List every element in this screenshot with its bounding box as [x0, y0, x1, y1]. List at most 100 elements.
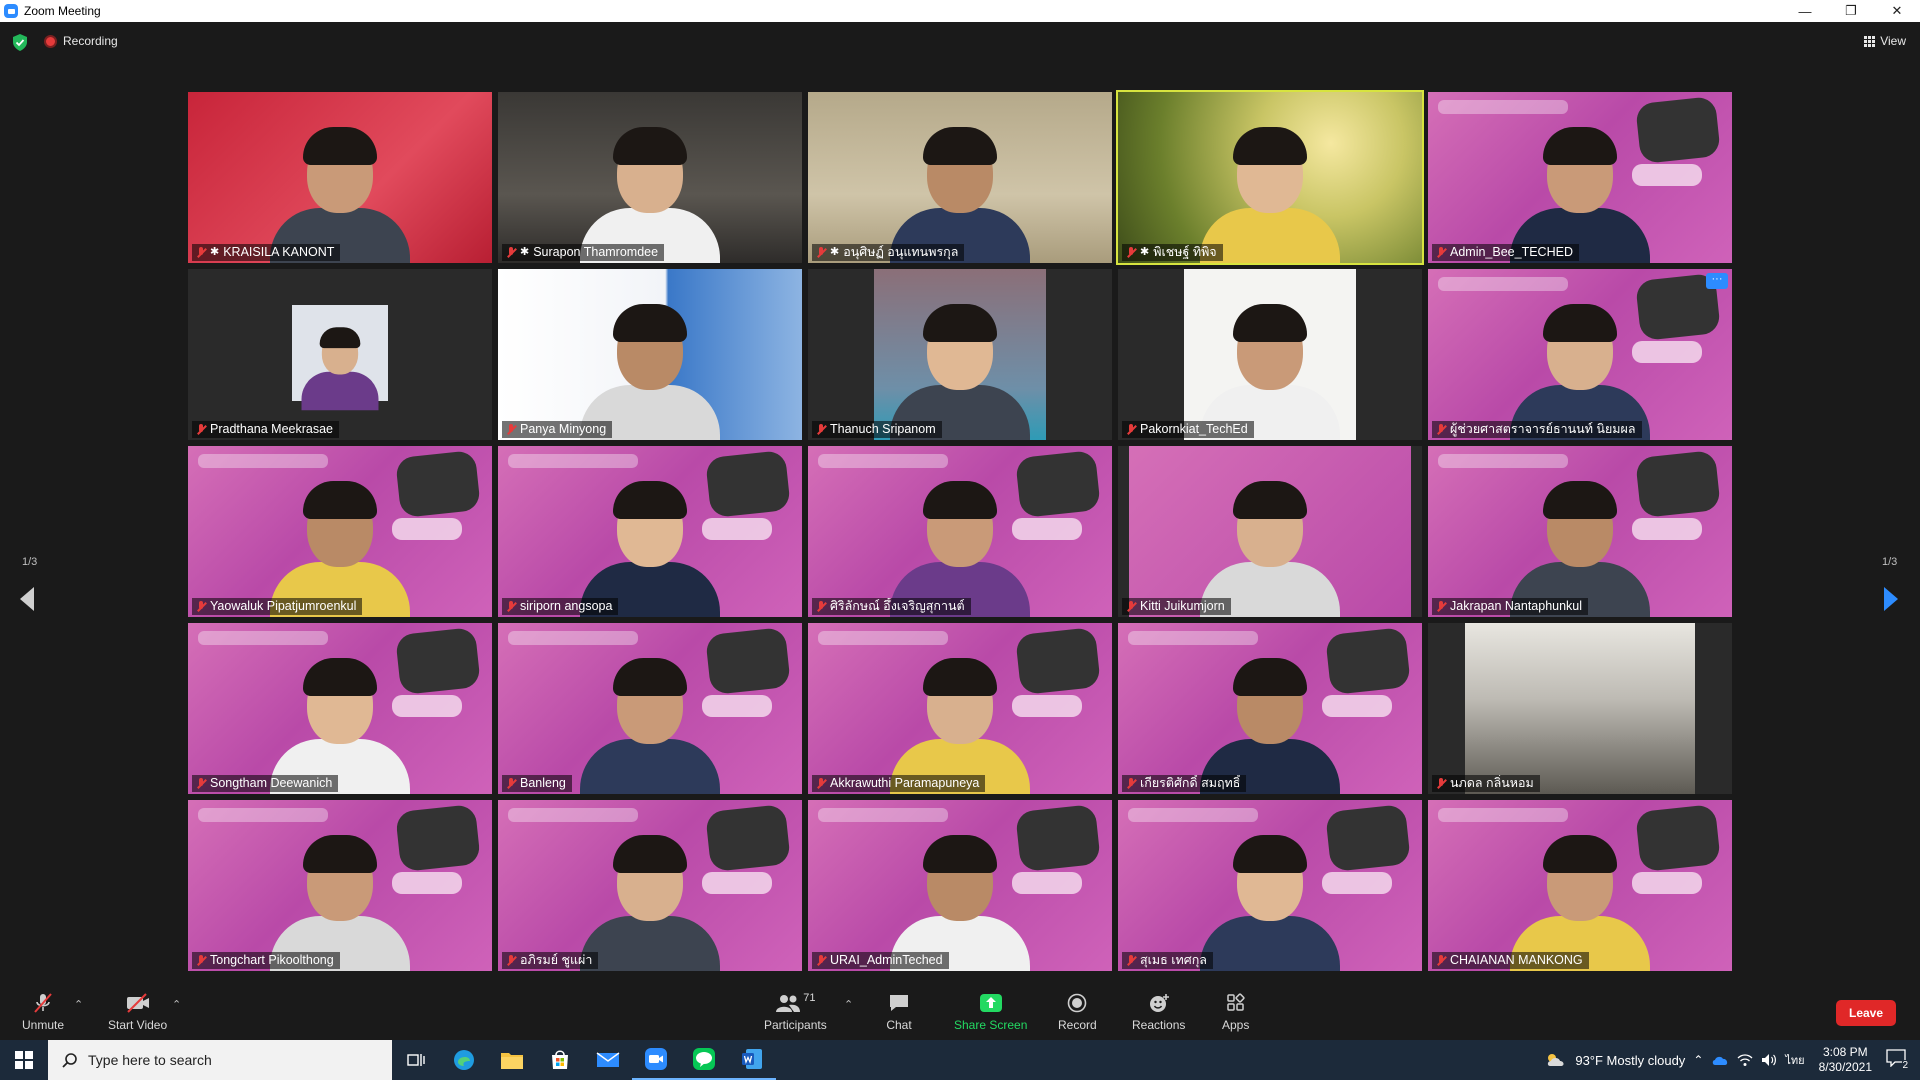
- participant-video-tile[interactable]: สุเมธ เทศกุล: [1118, 800, 1422, 971]
- recording-label: Recording: [63, 34, 118, 48]
- participant-name: Yaowaluk Pipatjumroenkul: [210, 599, 357, 613]
- participant-video-tile[interactable]: siriporn angsopa: [498, 446, 802, 617]
- participant-video-tile[interactable]: Jakrapan Nantaphunkul: [1428, 446, 1732, 617]
- muted-microphone-icon: [506, 246, 516, 259]
- participant-name: Panya Minyong: [520, 422, 607, 436]
- pinned-icon: ✱: [210, 246, 220, 258]
- recording-indicator[interactable]: Recording: [44, 34, 118, 48]
- participant-name-label: สุเมธ เทศกุล: [1122, 952, 1213, 969]
- participant-video-tile[interactable]: Yaowaluk Pipatjumroenkul: [188, 446, 492, 617]
- input-language[interactable]: ไทย: [1785, 1051, 1804, 1069]
- word-icon[interactable]: [728, 1040, 776, 1080]
- virtual-background-graphic: [508, 454, 638, 468]
- participants-options-caret-icon[interactable]: ⌃: [844, 998, 853, 1011]
- participant-video-tile[interactable]: ผู้ช่วยศาสตราจารย์ธานนท์ นิยมผล ···: [1428, 269, 1732, 440]
- muted-microphone-icon: [816, 777, 826, 790]
- participant-name-label: Kitti Juikumjorn: [1122, 598, 1231, 615]
- more-options-icon[interactable]: ···: [1706, 273, 1728, 289]
- participant-name: Kitti Juikumjorn: [1140, 599, 1225, 613]
- wifi-icon[interactable]: [1737, 1053, 1753, 1067]
- participant-video-tile[interactable]: ✱ KRAISILA KANONT: [188, 92, 492, 263]
- microsoft-store-icon[interactable]: [536, 1040, 584, 1080]
- participant-video-tile[interactable]: ✱ พิเชษฐ์ ทิพิจ: [1116, 90, 1424, 265]
- participant-name-label: Yaowaluk Pipatjumroenkul: [192, 598, 363, 615]
- reactions-button[interactable]: Reactions: [1132, 992, 1185, 1032]
- minimize-button[interactable]: —: [1782, 0, 1828, 22]
- participant-name-label: Admin_Bee_TECHED: [1432, 244, 1579, 261]
- mail-icon[interactable]: [584, 1040, 632, 1080]
- maximize-button[interactable]: ❐: [1828, 0, 1874, 22]
- participant-name-label: Songtham Deewanich: [192, 775, 339, 792]
- chat-button[interactable]: Chat: [886, 992, 912, 1032]
- participant-silhouette: [885, 654, 1035, 794]
- participant-video-tile[interactable]: นภดล กลิ่นหอม: [1428, 623, 1732, 794]
- participant-video-tile[interactable]: Kitti Juikumjorn: [1118, 446, 1422, 617]
- participant-name-label: Pradthana Meekrasae: [192, 421, 339, 438]
- next-page-arrow-icon[interactable]: [1880, 584, 1902, 614]
- windows-start-icon[interactable]: [0, 1040, 48, 1080]
- close-button[interactable]: ✕: [1874, 0, 1920, 22]
- meeting-toolbar: Unmute ⌃ Start Video ⌃ 71 Participants ⌃…: [0, 984, 1920, 1040]
- participant-video-tile[interactable]: Akkrawuthi Paramapuneya: [808, 623, 1112, 794]
- participants-button[interactable]: 71 Participants: [764, 992, 827, 1032]
- speaker-volume-icon[interactable]: [1761, 1053, 1777, 1067]
- participant-video-tile[interactable]: ✱ อนุศิษฏ์ อนุแทนพรกุล: [808, 92, 1112, 263]
- participant-video-tile[interactable]: Tongchart Pikoolthong: [188, 800, 492, 971]
- muted-microphone-icon: [506, 954, 516, 967]
- participant-video-tile[interactable]: อภิรมย์ ชูแผ่า: [498, 800, 802, 971]
- muted-microphone-icon: [196, 423, 206, 436]
- encryption-shield-icon[interactable]: [12, 34, 28, 51]
- file-explorer-icon[interactable]: [488, 1040, 536, 1080]
- participant-silhouette: [1195, 831, 1345, 971]
- virtual-background-graphic: [818, 808, 948, 822]
- video-options-caret-icon[interactable]: ⌃: [172, 998, 181, 1011]
- weather-cloud-icon: [1548, 1054, 1564, 1066]
- zoom-taskbar-icon[interactable]: [632, 1040, 680, 1080]
- taskbar-search-box[interactable]: Type here to search: [48, 1040, 392, 1080]
- participant-video-tile[interactable]: Songtham Deewanich: [188, 623, 492, 794]
- participant-video-tile[interactable]: URAI_AdminTeched: [808, 800, 1112, 971]
- participant-video-tile[interactable]: เกียรติศักดิ์ สมฤทธิ์: [1118, 623, 1422, 794]
- participant-video-tile[interactable]: Pradthana Meekrasae: [188, 269, 492, 440]
- taskbar-clock[interactable]: 3:08 PM 8/30/2021: [1813, 1045, 1878, 1075]
- line-app-icon[interactable]: [680, 1040, 728, 1080]
- participant-name: siriporn angsopa: [520, 599, 613, 613]
- participant-video-tile[interactable]: Banleng: [498, 623, 802, 794]
- zoom-app-icon: [4, 4, 18, 18]
- muted-microphone-icon: [506, 600, 516, 613]
- audio-options-caret-icon[interactable]: ⌃: [74, 998, 83, 1011]
- record-label: Record: [1058, 1018, 1097, 1032]
- show-hidden-icons-chevron-icon[interactable]: ⌃: [1693, 1053, 1703, 1067]
- participant-video-tile[interactable]: Thanuch Sripanom: [808, 269, 1112, 440]
- muted-microphone-icon: [196, 600, 206, 613]
- apps-button[interactable]: Apps: [1222, 992, 1249, 1032]
- share-screen-button[interactable]: Share Screen: [954, 992, 1027, 1032]
- record-button[interactable]: Record: [1058, 992, 1097, 1032]
- participant-video-tile[interactable]: Admin_Bee_TECHED: [1428, 92, 1732, 263]
- participant-video-tile[interactable]: CHAIANAN MANKONG: [1428, 800, 1732, 971]
- edge-browser-icon[interactable]: [440, 1040, 488, 1080]
- start-video-button[interactable]: Start Video: [108, 992, 167, 1032]
- task-view-icon[interactable]: [392, 1040, 440, 1080]
- chat-label: Chat: [886, 1018, 912, 1032]
- muted-microphone-icon: [196, 246, 206, 259]
- participant-silhouette: [1505, 831, 1655, 971]
- participant-video-tile[interactable]: Pakornkiat_TechEd: [1118, 269, 1422, 440]
- muted-microphone-icon: [196, 954, 206, 967]
- participant-video-tile[interactable]: ศิริลักษณ์ อึ้งเจริญสุกานต์: [808, 446, 1112, 617]
- leave-button[interactable]: Leave: [1836, 1000, 1896, 1026]
- previous-page-arrow-icon[interactable]: [16, 584, 38, 614]
- participant-name-label: Akkrawuthi Paramapuneya: [812, 775, 986, 792]
- virtual-background-graphic: [508, 631, 638, 645]
- participant-name-label: ✱ KRAISILA KANONT: [192, 244, 341, 261]
- unmute-button[interactable]: Unmute: [22, 992, 64, 1032]
- participant-name: Jakrapan Nantaphunkul: [1450, 599, 1583, 613]
- muted-microphone-icon: [1436, 777, 1446, 790]
- notification-center-icon[interactable]: 2: [1886, 1049, 1910, 1071]
- weather-text[interactable]: 93°F Mostly cloudy: [1575, 1053, 1685, 1068]
- view-button[interactable]: View: [1864, 34, 1906, 48]
- participant-video-tile[interactable]: Panya Minyong: [498, 269, 802, 440]
- participant-video-tile[interactable]: ✱ Surapon Thamromdee: [498, 92, 802, 263]
- participant-name-label: Pakornkiat_TechEd: [1122, 421, 1254, 438]
- onedrive-cloud-icon[interactable]: [1711, 1054, 1729, 1066]
